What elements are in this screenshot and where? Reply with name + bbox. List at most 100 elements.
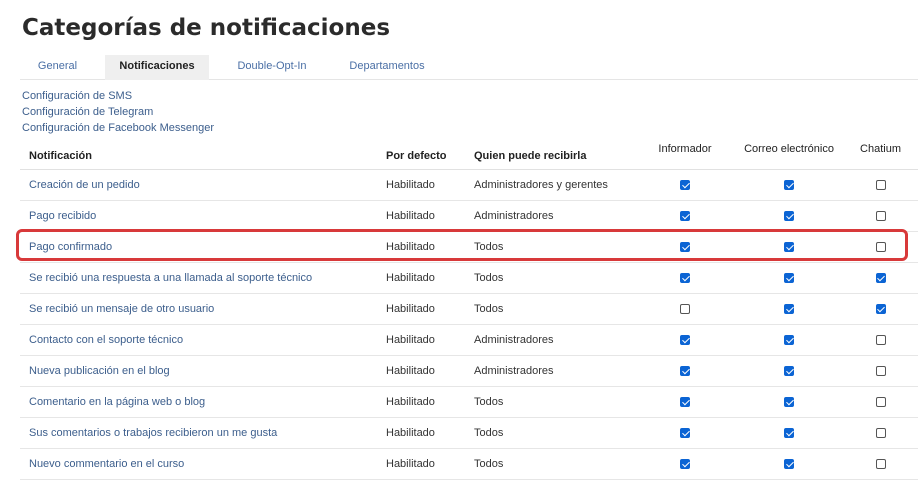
email-checkbox[interactable] bbox=[784, 241, 794, 252]
chatium-cell bbox=[843, 169, 918, 201]
column-header-notification: Notificación bbox=[20, 138, 377, 170]
informer-cell bbox=[635, 231, 735, 263]
chatium-checkbox[interactable] bbox=[875, 241, 886, 252]
table-row: Se recibió un mensaje de otro usuario Hab… bbox=[20, 293, 918, 325]
informer-checkbox[interactable] bbox=[680, 396, 690, 407]
tab-notificaciones[interactable]: Notificaciones bbox=[105, 55, 209, 80]
email-checkbox[interactable] bbox=[784, 210, 794, 221]
email-checkbox[interactable] bbox=[784, 396, 794, 407]
tab-departamentos[interactable]: Departamentos bbox=[338, 55, 436, 80]
table-row: Creación de un pedido Habilitado Administr… bbox=[20, 169, 918, 201]
informer-checkbox[interactable] bbox=[680, 272, 690, 283]
email-cell bbox=[735, 417, 843, 449]
informer-checkbox[interactable] bbox=[680, 241, 690, 252]
recipients-cell: Administradores bbox=[465, 355, 635, 387]
column-header-recipients: Quien puede recibirla bbox=[465, 138, 635, 170]
table-row: Nueva publicación en el blog Habilitado Ad… bbox=[20, 355, 918, 387]
notification-name-cell: Comentario en la página web o blog bbox=[20, 386, 377, 418]
email-checkbox[interactable] bbox=[784, 458, 794, 469]
email-cell bbox=[735, 293, 843, 325]
chatium-checkbox[interactable] bbox=[875, 334, 886, 345]
notification-link[interactable]: Pago confirmado bbox=[29, 241, 112, 253]
chatium-cell bbox=[843, 293, 918, 325]
recipients-cell: Todos bbox=[465, 231, 635, 263]
informer-cell bbox=[635, 386, 735, 418]
table-row: Se recibió una respuesta a una llamada a… bbox=[20, 262, 918, 294]
notification-name-cell: Sus comentarios o trabajos recibieron un… bbox=[20, 417, 377, 449]
default-cell: Habilitado bbox=[377, 417, 465, 449]
informer-checkbox[interactable] bbox=[680, 179, 690, 190]
email-checkbox[interactable] bbox=[784, 303, 794, 314]
link-sms-settings[interactable]: Configuración de SMS bbox=[22, 88, 214, 104]
default-cell: Habilitado bbox=[377, 355, 465, 387]
email-checkbox[interactable] bbox=[784, 179, 794, 190]
chatium-checkbox[interactable] bbox=[875, 458, 886, 469]
tab-double-opt-in[interactable]: Double-Opt-In bbox=[222, 55, 322, 80]
table-row: Sus comentarios o trabajos recibieron un… bbox=[20, 417, 918, 449]
column-header-chatium: Chatium bbox=[843, 138, 918, 170]
chatium-cell bbox=[843, 262, 918, 294]
informer-cell bbox=[635, 262, 735, 294]
notification-link[interactable]: Pago recibido bbox=[29, 210, 96, 222]
table-row: Pago recibido Habilitado Administradores bbox=[20, 200, 918, 232]
default-cell: Habilitado bbox=[377, 448, 465, 480]
chatium-checkbox[interactable] bbox=[875, 303, 886, 314]
column-header-informer: Informador bbox=[635, 138, 735, 170]
email-checkbox[interactable] bbox=[784, 427, 794, 438]
informer-checkbox[interactable] bbox=[680, 303, 690, 314]
email-checkbox[interactable] bbox=[784, 272, 794, 283]
settings-links: Configuración de SMS Configuración de Te… bbox=[22, 88, 214, 136]
default-cell: Habilitado bbox=[377, 293, 465, 325]
link-telegram-settings[interactable]: Configuración de Telegram bbox=[22, 104, 214, 120]
notification-link[interactable]: Comentario en la página web o blog bbox=[29, 396, 205, 408]
informer-checkbox[interactable] bbox=[680, 458, 690, 469]
column-header-default: Por defecto bbox=[377, 138, 465, 170]
chatium-cell bbox=[843, 324, 918, 356]
informer-checkbox[interactable] bbox=[680, 365, 690, 376]
notification-name-cell: Pago recibido bbox=[20, 200, 377, 232]
recipients-cell: Todos bbox=[465, 386, 635, 418]
notification-link[interactable]: Se recibió una respuesta a una llamada a… bbox=[29, 272, 312, 284]
chatium-checkbox[interactable] bbox=[875, 210, 886, 221]
email-cell bbox=[735, 231, 843, 263]
notification-link[interactable]: Creación de un pedido bbox=[29, 179, 140, 191]
informer-cell bbox=[635, 417, 735, 449]
email-cell bbox=[735, 355, 843, 387]
recipients-cell: Administradores y gerentes bbox=[465, 169, 635, 201]
chatium-checkbox[interactable] bbox=[875, 272, 886, 283]
chatium-cell bbox=[843, 355, 918, 387]
email-cell bbox=[735, 262, 843, 294]
notification-link[interactable]: Se recibió un mensaje de otro usuario bbox=[29, 303, 214, 315]
notification-name-cell: Se recibió un mensaje de otro usuario bbox=[20, 293, 377, 325]
informer-checkbox[interactable] bbox=[680, 210, 690, 221]
tab-general[interactable]: General bbox=[20, 55, 95, 80]
chatium-cell bbox=[843, 200, 918, 232]
notification-link[interactable]: Nueva publicación en el blog bbox=[29, 365, 170, 377]
email-cell bbox=[735, 200, 843, 232]
chatium-checkbox[interactable] bbox=[875, 427, 886, 438]
default-cell: Habilitado bbox=[377, 200, 465, 232]
default-cell: Habilitado bbox=[377, 231, 465, 263]
email-checkbox[interactable] bbox=[784, 334, 794, 345]
column-header-email: Correo electrónico bbox=[735, 138, 843, 170]
email-cell bbox=[735, 169, 843, 201]
informer-checkbox[interactable] bbox=[680, 427, 690, 438]
email-cell bbox=[735, 386, 843, 418]
chatium-checkbox[interactable] bbox=[875, 365, 886, 376]
informer-checkbox[interactable] bbox=[680, 334, 690, 345]
informer-cell bbox=[635, 448, 735, 480]
notification-link[interactable]: Contacto con el soporte técnico bbox=[29, 334, 183, 346]
chatium-checkbox[interactable] bbox=[875, 179, 886, 190]
informer-cell bbox=[635, 293, 735, 325]
notification-name-cell: Nuevo commentario en el curso bbox=[20, 448, 377, 480]
default-cell: Habilitado bbox=[377, 324, 465, 356]
notification-link[interactable]: Sus comentarios o trabajos recibieron un… bbox=[29, 427, 277, 439]
notification-link[interactable]: Nuevo commentario en el curso bbox=[29, 458, 184, 470]
email-cell bbox=[735, 324, 843, 356]
informer-cell bbox=[635, 200, 735, 232]
email-checkbox[interactable] bbox=[784, 365, 794, 376]
table-row: Comentario en la página web o blog Habili… bbox=[20, 386, 918, 418]
link-facebook-messenger-settings[interactable]: Configuración de Facebook Messenger bbox=[22, 120, 214, 136]
chatium-checkbox[interactable] bbox=[875, 396, 886, 407]
notification-name-cell: Se recibió una respuesta a una llamada a… bbox=[20, 262, 377, 294]
